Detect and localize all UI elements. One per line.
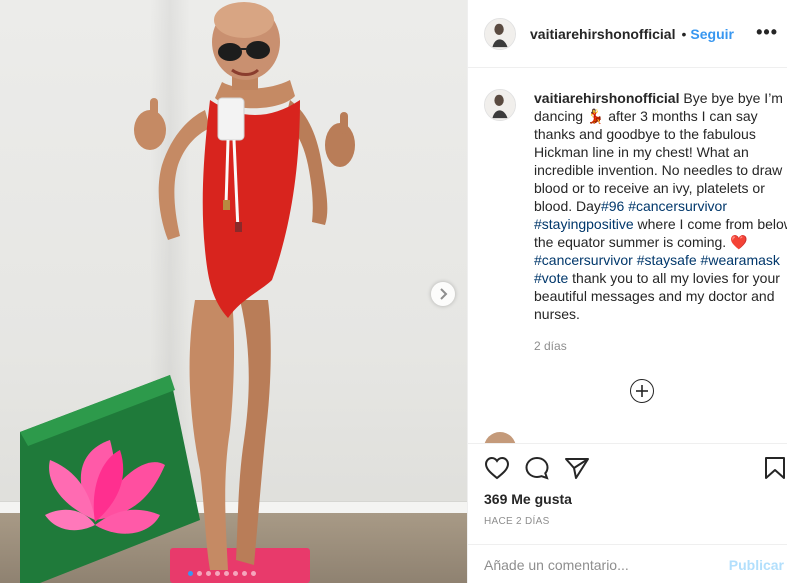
carousel-dot bbox=[242, 571, 247, 576]
right-leg bbox=[236, 300, 271, 565]
post-media[interactable] bbox=[0, 0, 467, 583]
left-leg bbox=[189, 300, 235, 570]
add-comment-form: Publicar bbox=[468, 544, 787, 583]
action-icons bbox=[484, 456, 787, 482]
hashtag-link[interactable]: #vote bbox=[534, 270, 568, 286]
comment-input[interactable] bbox=[484, 556, 714, 573]
caption-timestamp[interactable]: 2 días bbox=[534, 339, 787, 353]
share-icon[interactable] bbox=[564, 456, 590, 480]
comment-item bbox=[484, 432, 516, 443]
post-header: vaitiarehirshonofficial • Seguir ••• bbox=[468, 0, 787, 68]
carousel-dot bbox=[251, 571, 256, 576]
chevron-right-icon bbox=[440, 288, 448, 300]
hashtag-link[interactable]: #staysafe bbox=[637, 252, 697, 268]
comment-icon[interactable] bbox=[524, 456, 550, 480]
post-actions: 369 Me gusta HACE 2 DÍAS Publicar bbox=[468, 443, 787, 583]
comments-area: vaitiarehirshonofficial Bye bye bye I’m … bbox=[468, 69, 787, 443]
post-sidebar: vaitiarehirshonofficial • Seguir ••• vai… bbox=[467, 0, 787, 583]
publish-button[interactable]: Publicar bbox=[729, 557, 784, 573]
likes-count[interactable]: 369 Me gusta bbox=[484, 491, 572, 507]
red-swimsuit bbox=[202, 100, 300, 318]
commenter-avatar[interactable] bbox=[484, 432, 516, 443]
heart-icon[interactable] bbox=[484, 456, 510, 480]
carousel-dot bbox=[188, 571, 193, 576]
post-photo bbox=[20, 2, 355, 583]
hashtag-link[interactable]: #96 bbox=[601, 198, 624, 214]
hashtag-link[interactable]: #stayingpositive bbox=[534, 216, 634, 232]
carousel-dot bbox=[197, 571, 202, 576]
carousel-dot bbox=[224, 571, 229, 576]
author-avatar[interactable] bbox=[484, 17, 516, 50]
post-caption: vaitiarehirshonofficial Bye bye bye I’m … bbox=[484, 89, 787, 353]
caption-avatar[interactable] bbox=[484, 89, 516, 121]
author-username[interactable]: vaitiarehirshonofficial bbox=[530, 26, 675, 42]
caption-text: vaitiarehirshonofficial Bye bye bye I’m … bbox=[534, 89, 787, 323]
header-separator: • bbox=[681, 25, 687, 42]
caption-body: vaitiarehirshonofficial Bye bye bye I’m … bbox=[516, 89, 787, 353]
post-date[interactable]: HACE 2 DÍAS bbox=[484, 516, 550, 527]
carousel-indicator bbox=[188, 571, 256, 577]
profile-photo-icon bbox=[485, 18, 515, 49]
more-options-icon[interactable]: ••• bbox=[756, 22, 778, 43]
caption-text-part: thank you to all my lovies for your beau… bbox=[534, 270, 780, 322]
load-more-comments-button[interactable] bbox=[630, 379, 654, 403]
carousel-next-button[interactable] bbox=[431, 282, 455, 306]
carousel-dot bbox=[215, 571, 220, 576]
hashtag-link[interactable]: #cancersurvivor bbox=[628, 198, 727, 214]
add-circle-icon bbox=[636, 385, 648, 397]
bookmark-icon[interactable] bbox=[764, 456, 786, 480]
carousel-dot bbox=[206, 571, 211, 576]
profile-photo-icon bbox=[485, 90, 515, 120]
follow-button[interactable]: Seguir bbox=[690, 26, 734, 42]
carousel-dot bbox=[233, 571, 238, 576]
left-arm bbox=[158, 110, 210, 240]
caption-text-part: Bye bye bye I’m dancing 💃 after 3 months… bbox=[534, 90, 783, 214]
hashtag-link[interactable]: #cancersurvivor bbox=[534, 252, 633, 268]
hashtag-link[interactable]: #wearamask bbox=[701, 252, 780, 268]
caption-username[interactable]: vaitiarehirshonofficial bbox=[534, 90, 679, 106]
